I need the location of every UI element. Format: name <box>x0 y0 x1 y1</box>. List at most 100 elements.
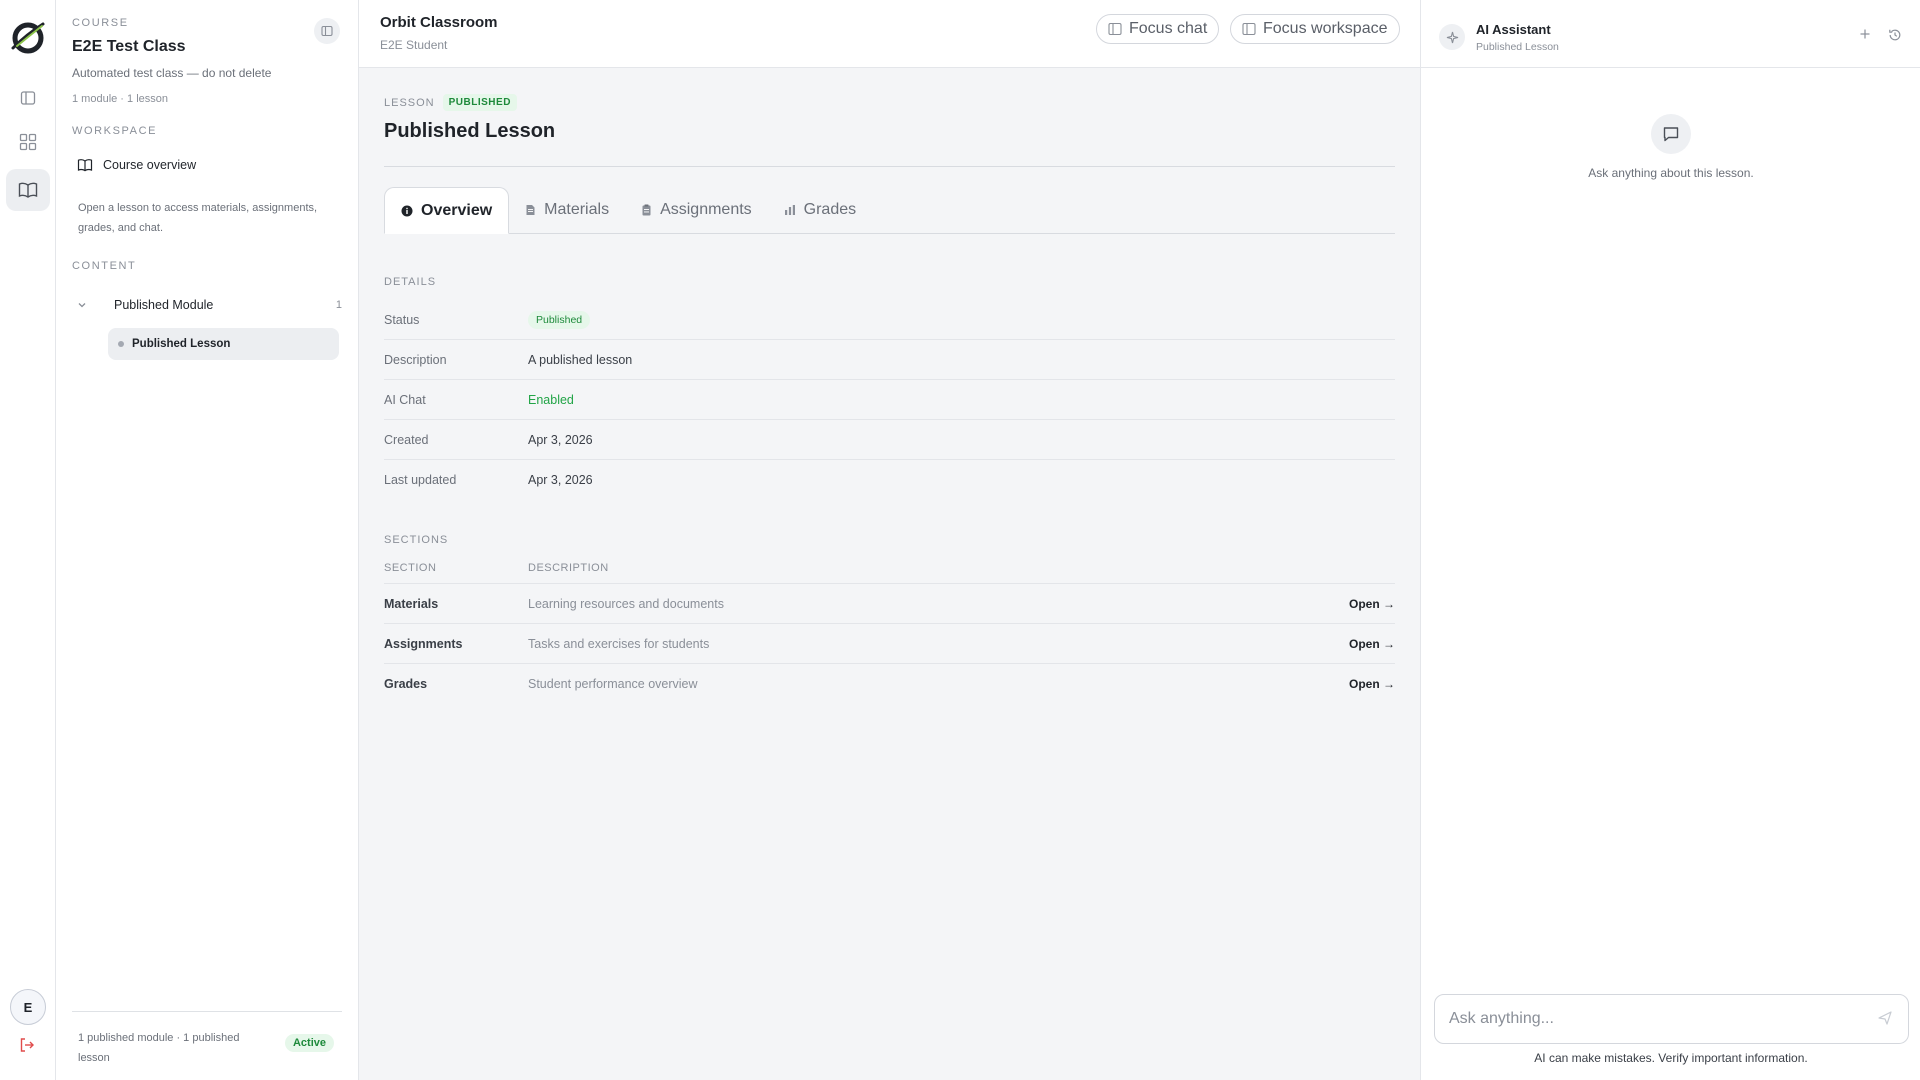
table-row: Materials Learning resources and documen… <box>384 584 1395 624</box>
sections-label: SECTIONS <box>384 534 449 546</box>
open-materials-link[interactable]: Open → <box>1349 597 1395 611</box>
detail-value: Apr 3, 2026 <box>528 432 593 447</box>
status-badge: Published <box>528 310 591 329</box>
lesson-tabs: Overview Materials Assignments Grades <box>384 187 1395 234</box>
course-subtitle: Automated test class — do not delete <box>72 66 272 80</box>
workspace-section-label: WORKSPACE <box>72 125 158 137</box>
panel-icon[interactable] <box>6 77 50 119</box>
tab-label: Materials <box>544 201 610 218</box>
clipboard-icon <box>641 204 652 216</box>
section-name: Grades <box>384 677 428 691</box>
assistant-panel: AI Assistant Published Lesson Ask anythi… <box>1420 0 1920 1080</box>
detail-label: Status <box>384 312 420 327</box>
module-lesson-count: 1 <box>335 299 342 311</box>
tab-assignments[interactable]: Assignments <box>625 187 768 233</box>
table-row: Grades Student performance overview Open… <box>384 664 1395 704</box>
chat-input[interactable] <box>1434 994 1909 1044</box>
lesson-main: LESSON PUBLISHED Published Lesson Overvi… <box>359 68 1420 1080</box>
status-badge: Active <box>284 1034 334 1052</box>
bar-chart-icon <box>784 204 796 216</box>
detail-label: AI Chat <box>384 392 426 407</box>
lesson-title: Published Lesson <box>384 120 556 142</box>
section-description: Student performance overview <box>528 677 698 691</box>
course-footer: 1 published module · 1 published lesson … <box>72 1011 342 1068</box>
ai-disclaimer: AI can make mistakes. Verify important i… <box>1534 1051 1808 1065</box>
details-list: Status Published Description A published… <box>384 300 1395 500</box>
course-section-label: COURSE <box>72 17 129 29</box>
info-icon <box>401 205 413 217</box>
detail-label: Created <box>384 432 429 447</box>
top-header: Orbit Classroom E2E Student Focus chat F… <box>359 0 1420 68</box>
assistant-empty-text: Ask anything about this lesson. <box>1588 166 1754 180</box>
chat-bubble-icon <box>1651 114 1691 154</box>
lesson-kicker-label: LESSON <box>384 96 435 109</box>
book-open-icon <box>77 158 93 172</box>
assistant-header: AI Assistant Published Lesson <box>1421 0 1920 68</box>
detail-row-ai-chat: AI Chat Enabled <box>384 380 1395 420</box>
plus-icon[interactable] <box>1859 28 1871 40</box>
divider <box>384 166 1395 167</box>
course-meta: 1 module · 1 lesson <box>72 93 168 105</box>
course-sidebar: COURSE E2E Test Class Automated test cla… <box>56 0 359 1080</box>
column-header: DESCRIPTION <box>528 561 609 574</box>
workspace-help-text: Open a lesson to access materials, assig… <box>78 202 318 234</box>
tab-label: Grades <box>803 201 857 218</box>
course-title: E2E Test Class <box>72 38 186 55</box>
orbit-logo[interactable] <box>9 18 47 56</box>
lesson-kicker: LESSON PUBLISHED <box>384 94 517 111</box>
lesson-dot-icon <box>118 341 124 347</box>
module-name: Published Module <box>114 298 214 312</box>
panel-right-icon <box>1242 22 1256 36</box>
focus-chat-label: Focus chat <box>1129 20 1208 37</box>
detail-value: Enabled <box>528 392 574 407</box>
sections-table: SECTION DESCRIPTION Materials Learning r… <box>384 552 1395 704</box>
book-icon[interactable] <box>6 169 50 211</box>
course-footer-text: 1 published module · 1 published lesson <box>78 1032 240 1064</box>
collapse-sidebar-icon[interactable] <box>314 18 340 44</box>
tab-label: Overview <box>421 201 493 219</box>
section-description: Learning resources and documents <box>528 596 724 611</box>
course-overview-label: Course overview <box>103 158 197 172</box>
user-role: E2E Student <box>380 38 448 52</box>
sidebar-lesson-item[interactable]: Published Lesson <box>108 328 339 360</box>
section-name: Assignments <box>384 636 463 651</box>
details-label: DETAILS <box>384 276 437 288</box>
detail-row-created: Created Apr 3, 2026 <box>384 420 1395 460</box>
column-header: SECTION <box>384 561 437 574</box>
published-badge: PUBLISHED <box>442 94 517 111</box>
section-description: Tasks and exercises for students <box>528 636 710 651</box>
detail-label: Last updated <box>384 473 457 487</box>
send-icon[interactable] <box>1877 1010 1893 1026</box>
detail-label: Description <box>384 352 447 367</box>
open-grades-link[interactable]: Open → <box>1349 677 1395 691</box>
tab-overview[interactable]: Overview <box>384 187 510 234</box>
module-row[interactable]: Published Module 1 <box>76 294 342 316</box>
history-icon[interactable] <box>1888 28 1902 42</box>
focus-workspace-label: Focus workspace <box>1263 20 1388 37</box>
detail-row-last-updated: Last updated Apr 3, 2026 <box>384 460 1395 500</box>
course-overview-link[interactable]: Course overview <box>72 158 196 172</box>
avatar[interactable]: E <box>10 989 46 1025</box>
detail-row-status: Status Published <box>384 300 1395 340</box>
section-name: Materials <box>384 596 439 611</box>
sidebar-lesson-label: Published Lesson <box>132 338 231 350</box>
focus-chat-button[interactable]: Focus chat <box>1096 14 1220 44</box>
open-assignments-link[interactable]: Open → <box>1349 637 1395 651</box>
logout-icon[interactable] <box>18 1036 36 1054</box>
chevron-down-icon[interactable] <box>76 299 96 311</box>
grid-icon[interactable] <box>6 121 50 163</box>
detail-row-description: Description A published lesson <box>384 340 1395 380</box>
tab-label: Assignments <box>660 201 752 218</box>
table-header: SECTION DESCRIPTION <box>384 552 1395 584</box>
table-row: Assignments Tasks and exercises for stud… <box>384 624 1395 664</box>
tab-materials[interactable]: Materials <box>509 187 625 233</box>
sparkle-icon <box>1439 24 1465 50</box>
app-rail: E <box>0 0 56 1080</box>
tab-grades[interactable]: Grades <box>768 187 872 233</box>
app-title: Orbit Classroom <box>380 14 498 31</box>
assistant-title: AI Assistant <box>1476 22 1551 37</box>
document-icon <box>525 204 536 216</box>
assistant-subtitle: Published Lesson <box>1476 41 1559 53</box>
focus-workspace-button[interactable]: Focus workspace <box>1230 14 1400 44</box>
panel-left-icon <box>1108 22 1122 36</box>
